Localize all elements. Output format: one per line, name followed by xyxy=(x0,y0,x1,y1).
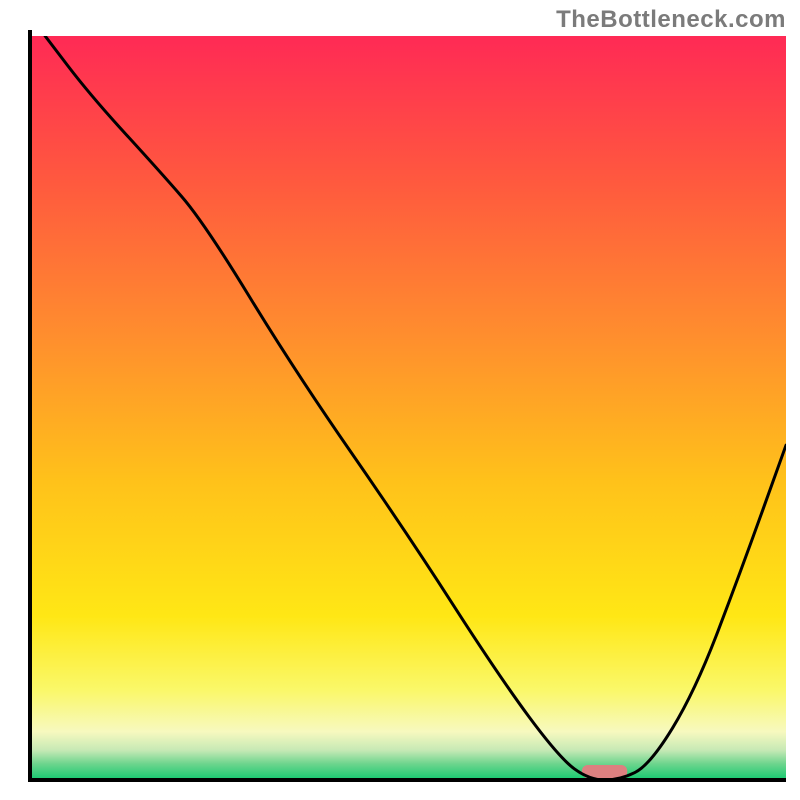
chart-container: TheBottleneck.com xyxy=(0,0,800,800)
bottleneck-chart xyxy=(0,0,800,800)
gradient-background xyxy=(30,36,786,780)
